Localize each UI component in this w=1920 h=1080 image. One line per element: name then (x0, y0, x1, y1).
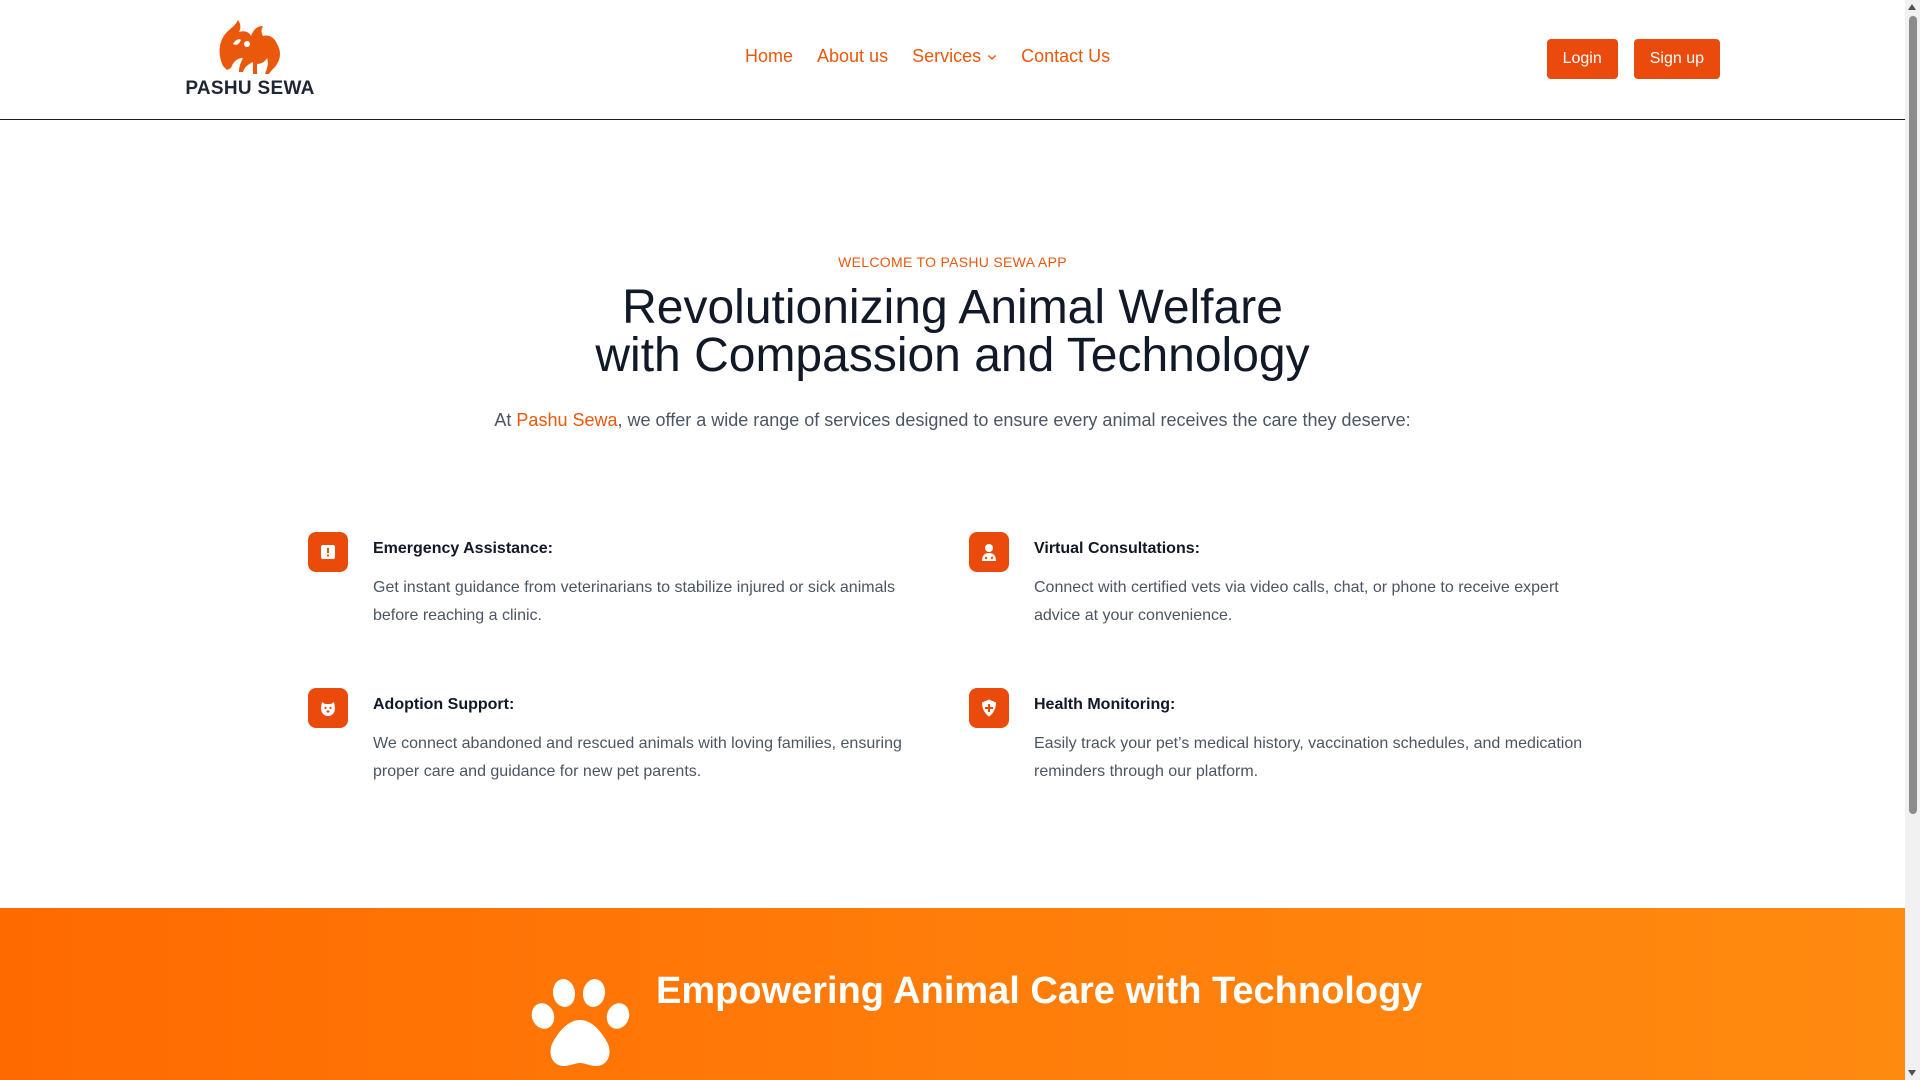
hero-headline-line2: with Compassion and Technology (595, 329, 1310, 382)
feature-icon-box (969, 532, 1009, 572)
nav-about-label: About us (817, 46, 889, 66)
logo[interactable]: PASHU SEWA (185, 14, 315, 104)
feature-icon-box (308, 532, 348, 572)
feature-desc: Get instant guidance from veterinarians … (373, 579, 896, 624)
signup-button[interactable]: Sign up (1633, 39, 1720, 79)
feature-title: Virtual Consultations: (1034, 540, 1200, 557)
login-button[interactable]: Login (1546, 39, 1618, 79)
scroll-up-icon[interactable] (1908, 4, 1916, 10)
nav-services-label: Services (912, 46, 982, 66)
nav-contact-label: Contact Us (1021, 46, 1111, 66)
nav-about[interactable]: About us (817, 46, 888, 67)
alert-icon (321, 545, 335, 559)
feature-desc: Easily track your pet’s medical history,… (1034, 735, 1583, 780)
lede-suffix: , we offer a wide range of services desi… (617, 410, 1411, 430)
pashu-sewa-logo-icon (219, 20, 280, 74)
hero-headline-line1: Revolutionizing Animal Welfare (622, 281, 1283, 334)
nav-home-label: Home (745, 46, 794, 66)
lede-prefix: At (494, 410, 517, 430)
auth-buttons: Login Sign up (1546, 39, 1720, 79)
scrollbar-thumb[interactable] (1909, 16, 1917, 814)
brand-name: PASHU SEWA (185, 78, 315, 99)
shield-plus-icon (982, 699, 996, 717)
feature-desc: We connect abandoned and rescued animals… (373, 735, 902, 780)
scroll-down-icon[interactable] (1908, 1070, 1916, 1076)
feature-desc: Connect with certified vets via video ca… (1034, 579, 1559, 624)
feature-title: Adoption Support: (373, 696, 515, 713)
nav-home[interactable]: Home (745, 46, 793, 67)
vertical-scrollbar[interactable] (1905, 0, 1920, 1080)
chevron-down-icon (988, 54, 997, 60)
page: PASHU SEWA Home About us Services Contac… (0, 0, 1905, 1080)
banner-title: Empowering Animal Care with Technology (656, 970, 1423, 1012)
feature-title: Emergency Assistance: (373, 540, 553, 557)
hero-eyebrow: WELCOME TO PASHU SEWA APP (838, 254, 1067, 270)
feature-icon-box (308, 688, 348, 728)
main-nav: Home About us Services Contact Us (745, 46, 1110, 67)
hero-headline: Revolutionizing Animal Welfare with Comp… (0, 284, 1905, 380)
paw-icon (531, 979, 630, 1066)
nav-contact[interactable]: Contact Us (1021, 46, 1110, 67)
cta-banner: Empowering Animal Care with Technology (0, 908, 1905, 1080)
feature-title: Health Monitoring: (1034, 696, 1176, 713)
hero-lede: At Pashu Sewa, we offer a wide range of … (0, 410, 1905, 431)
feature-icon-box (969, 688, 1009, 728)
site-header: PASHU SEWA Home About us Services Contac… (0, 0, 1905, 120)
dog-icon (321, 702, 335, 716)
doctor-icon (982, 544, 996, 561)
lede-brand-link[interactable]: Pashu Sewa (516, 410, 617, 430)
nav-services[interactable]: Services (912, 46, 997, 67)
